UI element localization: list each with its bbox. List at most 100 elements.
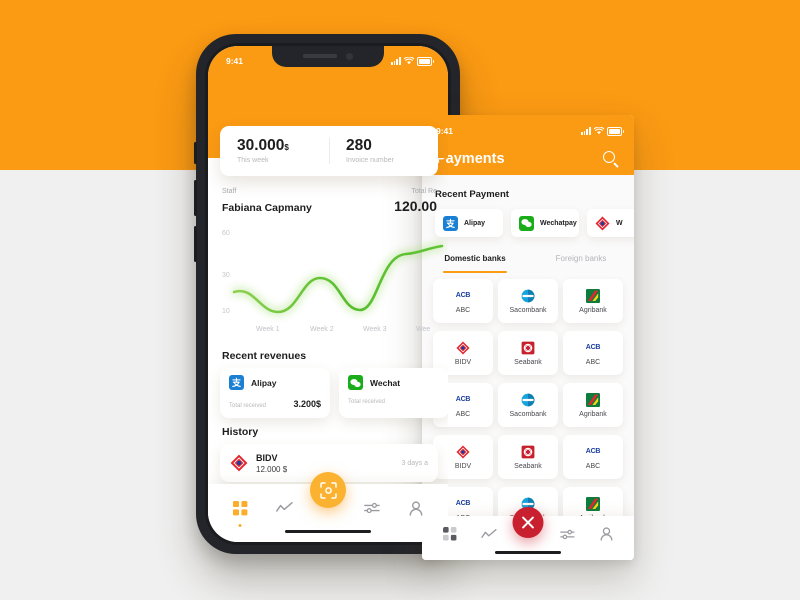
scan-fab-button[interactable] xyxy=(310,472,346,508)
signal-bars-icon xyxy=(580,127,591,135)
staff-values-row: Fabiana Capmany 120.00 xyxy=(222,198,437,214)
revenue-line-chart: 60 30 10 Week 1 Week 2 Week 3 Wee xyxy=(220,224,448,344)
chart-xtick: Week 2 xyxy=(310,326,334,333)
bank-name: ABC xyxy=(585,358,601,366)
acb-logo-icon: ACB xyxy=(585,344,601,351)
phone-payments-screen: 9:41 Payments Recent Payment 支 Alipay We… xyxy=(422,115,634,560)
sidebar-item-analytics[interactable] xyxy=(269,496,299,520)
recent-payment-name: Alipay xyxy=(464,219,486,227)
chart-xtick: Week 4 xyxy=(416,326,430,333)
recent-payment-bidv[interactable]: W xyxy=(587,209,634,237)
signal-bars-icon xyxy=(390,57,401,65)
alipay-icon: 支 xyxy=(229,375,244,390)
filter-icon xyxy=(364,502,380,514)
bank-item[interactable]: Agribank xyxy=(563,383,623,427)
sidebar-item-filter[interactable] xyxy=(357,496,387,520)
profile-icon xyxy=(409,500,423,516)
recent-payment-wechatpay[interactable]: Wechatpay xyxy=(511,209,579,237)
bank-item[interactable]: Seabank xyxy=(498,435,558,479)
bank-item[interactable]: ACB ABC xyxy=(563,331,623,375)
bidv-icon xyxy=(595,216,610,230)
home-indicator[interactable] xyxy=(495,551,561,554)
stat-label: Invoice number xyxy=(346,157,394,165)
acb-logo-icon: ACB xyxy=(455,500,471,507)
bank-item[interactable]: Agribank xyxy=(563,279,623,323)
sidebar-item-dashboard[interactable] xyxy=(225,496,255,527)
wechatpay-icon xyxy=(348,375,363,390)
bank-name: BIDV xyxy=(454,358,472,366)
bank-name: Seabank xyxy=(514,358,542,366)
battery-icon xyxy=(417,56,434,66)
history-name: BIDV xyxy=(256,452,278,463)
search-icon[interactable] xyxy=(603,150,620,168)
sacombank-logo-icon xyxy=(521,289,535,303)
overview-content: 30.000$ This week 280 Invoice number Sta… xyxy=(208,46,448,542)
device-mute-switch xyxy=(194,142,197,164)
recent-payment-name: W xyxy=(616,219,623,227)
revenue-label: Total received xyxy=(229,403,267,409)
sidebar-item-filter[interactable] xyxy=(552,522,582,546)
sacombank-logo-icon xyxy=(521,393,535,407)
seabank-logo-icon xyxy=(521,445,535,459)
front-camera-icon xyxy=(346,52,353,60)
bidv-logo-icon xyxy=(456,444,470,459)
profile-icon xyxy=(600,527,613,541)
device-notch xyxy=(272,46,384,67)
revenue-name: Wechat xyxy=(370,377,401,388)
status-time: 9:41 xyxy=(226,56,244,66)
acb-logo-icon: ACB xyxy=(455,396,471,403)
dashboard-icon xyxy=(232,500,247,515)
bank-name: Sacombank xyxy=(509,410,547,418)
section-history: History xyxy=(222,426,259,438)
stat-this-week: 30.000$ This week xyxy=(220,138,329,165)
history-amount: 12.000 $ xyxy=(256,464,288,474)
stat-unit: $ xyxy=(284,142,289,152)
wifi-icon xyxy=(594,127,604,135)
history-time: 3 days a xyxy=(401,459,428,467)
analytics-icon xyxy=(481,528,497,538)
section-recent-revenues: Recent revenues xyxy=(222,350,307,362)
sidebar-item-profile[interactable] xyxy=(591,522,621,546)
recent-revenues-list: 支 Alipay Total received 3.200$ Wechat To… xyxy=(220,368,448,418)
agribank-logo-icon xyxy=(586,392,600,407)
seabank-logo-icon xyxy=(521,341,535,355)
bank-name: BIDV xyxy=(454,462,472,470)
chart-plot-area xyxy=(232,244,444,315)
revenue-card-alipay[interactable]: 支 Alipay Total received 3.200$ xyxy=(220,368,330,418)
bank-name: Sacombank xyxy=(509,306,547,314)
payments-title-row: Payments xyxy=(422,145,634,173)
battery-icon xyxy=(607,126,624,136)
chart-xtick: Week 1 xyxy=(256,326,280,333)
bank-name: ABC xyxy=(455,410,471,418)
payments-content: Recent Payment 支 Alipay Wechatpay W Dome… xyxy=(422,175,634,560)
tab-foreign-banks[interactable]: Foreign banks xyxy=(528,249,634,273)
acb-logo-icon: ACB xyxy=(585,448,601,455)
bank-name: ABC xyxy=(585,462,601,470)
revenue-amount: 3.200$ xyxy=(293,399,321,409)
bidv-icon xyxy=(230,454,248,472)
bank-item[interactable]: ACB ABC xyxy=(563,435,623,479)
bank-grid: ACB ABC Sacombank Agribank BIDV Seabank A… xyxy=(433,279,623,531)
home-indicator[interactable] xyxy=(285,529,371,533)
chart-xtick: Week 3 xyxy=(363,326,387,333)
status-time: 9:41 xyxy=(436,126,454,136)
bank-name: ABC xyxy=(455,306,471,314)
total-revenue-label: Total Re xyxy=(411,188,437,195)
close-fab-button[interactable] xyxy=(512,507,544,538)
phone-overview-device: 9:41 Overview 30.00 xyxy=(194,34,462,554)
bank-item[interactable]: Seabank xyxy=(498,331,558,375)
bank-item[interactable]: Sacombank xyxy=(498,279,558,323)
device-volume-up-button xyxy=(194,180,197,216)
close-fab-icon xyxy=(522,516,534,529)
stat-value: 280 xyxy=(346,136,372,154)
bidv-logo-icon xyxy=(456,340,470,355)
stat-invoice-number: 280 Invoice number xyxy=(329,138,438,165)
revenue-label: Total received xyxy=(348,399,386,405)
sidebar-item-profile[interactable] xyxy=(401,496,431,520)
revenue-name: Alipay xyxy=(251,377,277,388)
analytics-icon xyxy=(275,502,293,512)
revenue-card-wechat[interactable]: Wechat Total received xyxy=(339,368,448,418)
sidebar-item-analytics[interactable] xyxy=(474,522,504,546)
bank-item[interactable]: Sacombank xyxy=(498,383,558,427)
agribank-logo-icon xyxy=(586,288,600,303)
